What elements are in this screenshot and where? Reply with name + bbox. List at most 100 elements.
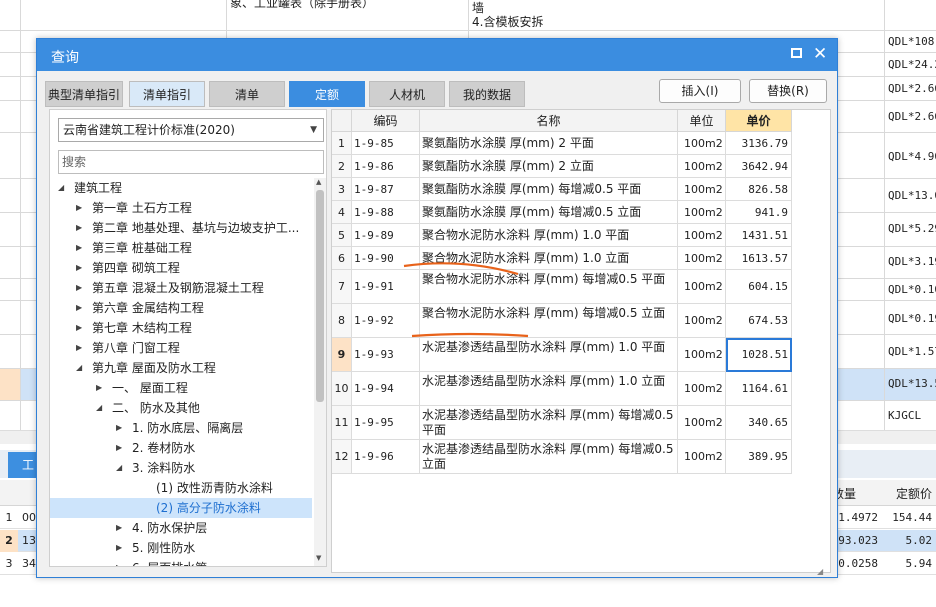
header-name[interactable]: 名称 — [420, 110, 678, 132]
tab-typical-bill-guide[interactable]: 典型清单指引 — [45, 81, 123, 107]
collapsed-arrow-icon[interactable]: ▶ — [76, 198, 82, 218]
tree-node[interactable]: ▶ 第六章 金属结构工程 — [50, 298, 312, 318]
collapsed-arrow-icon[interactable]: ▶ — [116, 518, 122, 538]
replace-button[interactable]: 替换(R) — [749, 79, 827, 103]
row-number: 11 — [332, 406, 352, 440]
tree-node[interactable]: ▶ 第四章 砌筑工程 — [50, 258, 312, 278]
tree-node[interactable]: ◢ 二、 防水及其他 — [50, 398, 312, 418]
tree-node[interactable]: ▶ 第五章 混凝土及钢筋混凝土工程 — [50, 278, 312, 298]
collapsed-arrow-icon[interactable]: ▶ — [76, 338, 82, 358]
row-code: 1-9-95 — [352, 406, 420, 440]
tree-node[interactable]: ◢ 第九章 屋面及防水工程 — [50, 358, 312, 378]
tree-node[interactable]: ▶ 2. 卷材防水 — [50, 438, 312, 458]
tree-node[interactable]: ▶ 6. 屋面排水管 — [50, 558, 312, 566]
table-row[interactable]: 4 1-9-88 聚氨酯防水涂膜 厚(mm) 每增减0.5 立面 100m2 941.9 — [332, 201, 792, 224]
tree-node[interactable]: ▶ 一、 屋面工程 — [50, 378, 312, 398]
tab-quota[interactable]: 定额 — [289, 81, 365, 107]
collapsed-arrow-icon[interactable]: ▶ — [76, 318, 82, 338]
tree-node[interactable]: (2) 高分子防水涂料 — [50, 498, 312, 518]
collapsed-arrow-icon[interactable]: ▶ — [76, 238, 82, 258]
tree-node-label: 第二章 地基处理、基坑与边坡支护工... — [92, 221, 300, 235]
formula-cell[interactable]: QDL*5.29 — [888, 222, 936, 235]
resize-grip-icon[interactable]: ◢ — [817, 567, 823, 576]
insert-button[interactable]: 插入(I) — [659, 79, 741, 103]
row-name: 聚合物水泥防水涂料 厚(mm) 每增减0.5 平面 — [420, 270, 678, 304]
tree-node-label: 第八章 门窗工程 — [92, 341, 180, 355]
row-number: 10 — [332, 372, 352, 406]
formula-cell[interactable]: QDL*0.10 — [888, 283, 936, 296]
background-selected-row-marker — [0, 368, 20, 400]
formula-cell[interactable]: QDL*24.2 — [888, 58, 936, 71]
table-row[interactable]: 10 1-9-94 水泥基渗透结晶型防水涂料 厚(mm) 1.0 立面 100m2 11… — [332, 372, 792, 406]
collapsed-arrow-icon[interactable]: ▶ — [76, 218, 82, 238]
formula-cell[interactable]: QDL*4.90 — [888, 150, 936, 163]
dialog-titlebar[interactable]: 查询 ✕ — [37, 39, 837, 71]
tree-node[interactable]: ▶ 5. 刚性防水 — [50, 538, 312, 558]
collapsed-arrow-icon[interactable]: ▶ — [76, 258, 82, 278]
table-row[interactable]: 2 1-9-86 聚氨酯防水涂膜 厚(mm) 2 立面 100m2 3642.94 — [332, 155, 792, 178]
expanded-arrow-icon[interactable]: ◢ — [76, 358, 82, 378]
close-icon[interactable]: ✕ — [813, 43, 827, 65]
formula-cell[interactable]: QDL*2.66 — [888, 82, 936, 95]
tree-node[interactable]: ◢ 建筑工程 — [50, 178, 312, 198]
collapsed-arrow-icon[interactable]: ▶ — [76, 278, 82, 298]
tree-node[interactable]: ▶ 第三章 桩基础工程 — [50, 238, 312, 258]
tree-node[interactable]: ▶ 1. 防水底层、隔离层 — [50, 418, 312, 438]
formula-cell[interactable]: KJGCL — [888, 409, 921, 422]
tab-labor-material-machine[interactable]: 人材机 — [369, 81, 445, 107]
tree-node[interactable]: ◢ 3. 涂料防水 — [50, 458, 312, 478]
tree-node[interactable]: ▶ 第七章 木结构工程 — [50, 318, 312, 338]
formula-cell[interactable]: QDL*2.66 — [888, 110, 936, 123]
collapsed-arrow-icon[interactable]: ▶ — [116, 538, 122, 558]
collapsed-arrow-icon[interactable]: ▶ — [96, 378, 102, 398]
table-row[interactable]: 5 1-9-89 聚合物水泥防水涂料 厚(mm) 1.0 平面 100m2 1431.5… — [332, 224, 792, 247]
formula-cell[interactable]: QDL*108. — [888, 35, 936, 48]
table-row[interactable]: 1 1-9-85 聚氨酯防水涂膜 厚(mm) 2 平面 100m2 3136.79 — [332, 132, 792, 155]
row-number: 12 — [332, 440, 352, 474]
header-price[interactable]: 单价 — [726, 110, 792, 132]
tree-node[interactable]: ▶ 第二章 地基处理、基坑与边坡支护工... — [50, 218, 312, 238]
collapsed-arrow-icon[interactable]: ▶ — [116, 558, 122, 566]
header-unit[interactable]: 单位 — [678, 110, 726, 132]
scroll-up-icon[interactable]: ▲ — [316, 178, 321, 186]
header-code[interactable]: 编码 — [352, 110, 420, 132]
expanded-arrow-icon[interactable]: ◢ — [96, 398, 102, 418]
standard-select[interactable]: 云南省建筑工程计价标准(2020) ▼ — [58, 118, 324, 142]
tree-vertical-scrollbar[interactable]: ▲ ▼ — [314, 178, 326, 566]
scroll-down-icon[interactable]: ▼ — [316, 554, 321, 562]
table-row[interactable]: 6 1-9-90 聚合物水泥防水涂料 厚(mm) 1.0 立面 100m2 1613.5… — [332, 247, 792, 270]
header-row-number — [332, 110, 352, 132]
formula-cell[interactable]: QDL*13.0 — [888, 189, 936, 202]
formula-cell[interactable]: QDL*0.19 — [888, 312, 936, 325]
tree-node[interactable]: ▶ 4. 防水保护层 — [50, 518, 312, 538]
table-row[interactable]: 12 1-9-96 水泥基渗透结晶型防水涂料 厚(mm) 每增减0.5 立面 100m… — [332, 440, 792, 474]
formula-cell[interactable]: QDL*3.19 — [888, 255, 936, 268]
tree-node[interactable]: ▶ 第一章 土石方工程 — [50, 198, 312, 218]
tab-my-data[interactable]: 我的数据 — [449, 81, 525, 107]
standard-select-value: 云南省建筑工程计价标准(2020) — [63, 123, 235, 137]
collapsed-arrow-icon[interactable]: ▶ — [76, 298, 82, 318]
table-row[interactable]: 9 1-9-93 水泥基渗透结晶型防水涂料 厚(mm) 1.0 平面 100m2 102… — [332, 338, 792, 372]
formula-cell[interactable]: QDL*13.5 — [888, 377, 936, 390]
row-quantity: 1.4972 — [838, 511, 878, 524]
row-price: 5.94 — [905, 557, 933, 570]
row-name: 聚氨酯防水涂膜 厚(mm) 每增减0.5 平面 — [420, 178, 678, 201]
scrollbar-thumb[interactable] — [316, 190, 324, 402]
table-row[interactable]: 3 1-9-87 聚氨酯防水涂膜 厚(mm) 每增减0.5 平面 100m2 826.5… — [332, 178, 792, 201]
formula-cell[interactable]: QDL*1.57 — [888, 345, 936, 358]
search-input[interactable] — [58, 150, 324, 174]
table-row[interactable]: 7 1-9-91 聚合物水泥防水涂料 厚(mm) 每增减0.5 平面 100m2 604… — [332, 270, 792, 304]
tab-bill-guide[interactable]: 清单指引 — [129, 81, 205, 107]
expanded-arrow-icon[interactable]: ◢ — [58, 178, 64, 198]
tree-node[interactable]: (1) 改性沥青防水涂料 — [50, 478, 312, 498]
tree-node[interactable]: ▶ 第八章 门窗工程 — [50, 338, 312, 358]
table-row[interactable]: 8 1-9-92 聚合物水泥防水涂料 厚(mm) 每增减0.5 立面 100m2 674… — [332, 304, 792, 338]
expanded-arrow-icon[interactable]: ◢ — [116, 458, 122, 478]
maximize-icon[interactable] — [791, 48, 802, 58]
collapsed-arrow-icon[interactable]: ▶ — [116, 438, 122, 458]
row-price: 826.58 — [726, 178, 792, 201]
row-code: 1-9-90 — [352, 247, 420, 270]
table-row[interactable]: 11 1-9-95 水泥基渗透结晶型防水涂料 厚(mm) 每增减0.5 平面 100m… — [332, 406, 792, 440]
tab-bill[interactable]: 清单 — [209, 81, 285, 107]
collapsed-arrow-icon[interactable]: ▶ — [116, 418, 122, 438]
